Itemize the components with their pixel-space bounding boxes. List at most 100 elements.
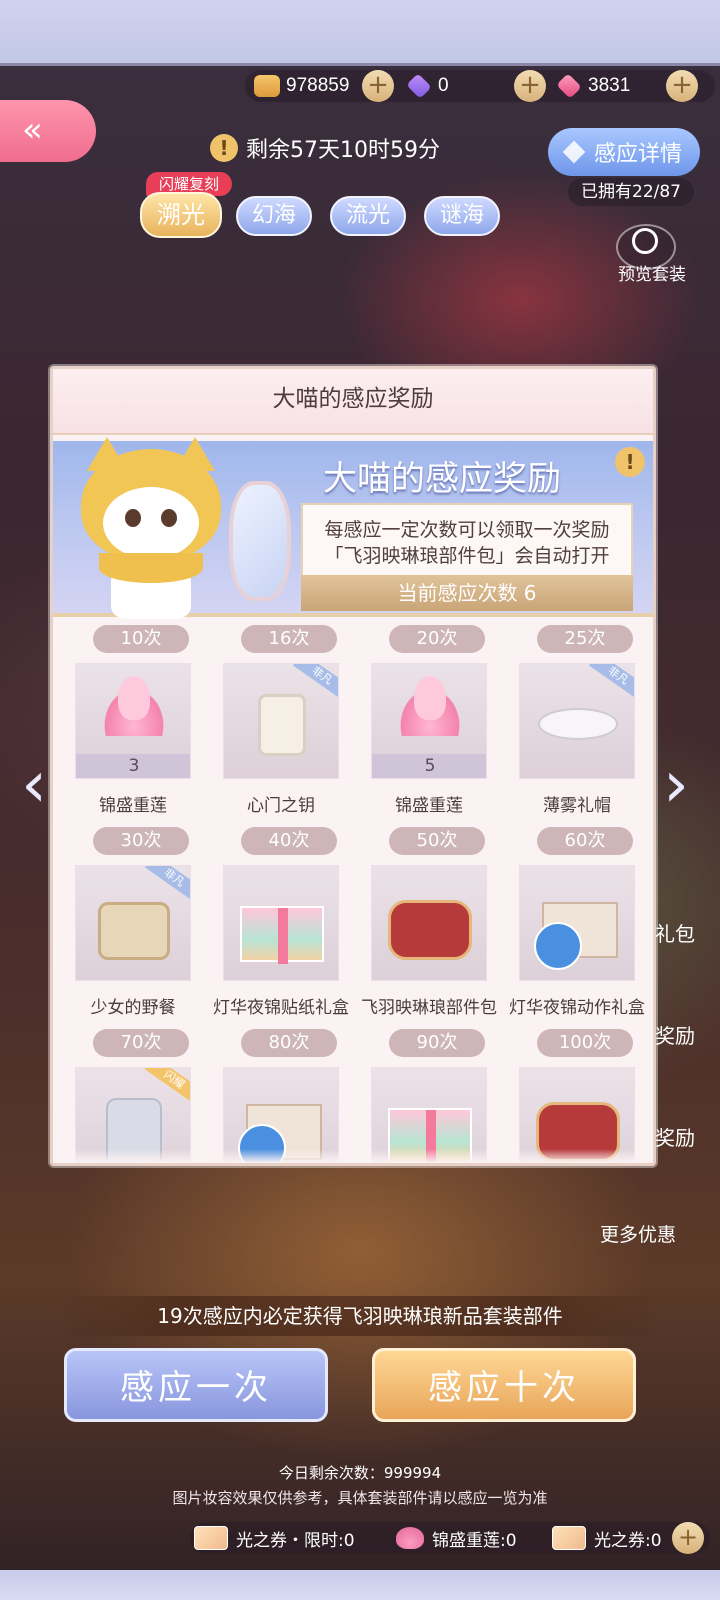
reward-item-tile[interactable]: 5 (371, 663, 487, 779)
reward-count-label: 50次 (389, 827, 485, 855)
side-gift-pack-label[interactable]: 礼包 (655, 918, 695, 947)
limited-ticket: 光之券・限时:0 (194, 1522, 355, 1554)
bag-icon (258, 694, 306, 756)
purse-icon (98, 902, 170, 960)
ticket-icon (552, 1526, 586, 1550)
gold-amount: 978859 (286, 75, 350, 96)
reward-item-tile[interactable]: 非凡 (75, 865, 191, 981)
guarantee-text: 19次感应内必定获得飞羽映琳琅新品套装部件 (60, 1296, 660, 1336)
light-ticket-count: 光之券:0 (594, 1530, 662, 1551)
prev-arrow-icon[interactable]: ‹ (14, 740, 54, 830)
draw-once-button[interactable]: 感应一次 (64, 1348, 328, 1422)
pink-diamond-currency: 3831 (556, 70, 630, 102)
reward-item-tile[interactable]: 非凡 (223, 663, 339, 779)
pink-diamond-amount: 3831 (588, 75, 631, 96)
ticket-icon (194, 1526, 228, 1550)
lotus-count: 锦盛重莲:0 (432, 1530, 517, 1551)
reward-count-label: 60次 (537, 827, 633, 855)
light-ticket: 光之券:0 (552, 1522, 662, 1554)
reward-quantity: 3 (76, 754, 190, 778)
reward-item-tile[interactable] (371, 865, 487, 981)
side-reward-label-2[interactable]: 奖励 (655, 1122, 695, 1151)
description-line-1: 每感应一定次数可以领取一次奖励 (324, 519, 610, 541)
reward-item-tile[interactable]: 非凡 (519, 663, 635, 779)
back-button[interactable]: « (0, 100, 96, 162)
remaining-draws: 今日剩余次数：999994 (278, 1464, 442, 1482)
lotus-icon (100, 676, 168, 736)
reward-name: 飞羽映琳琅部件包 (361, 998, 497, 1018)
pink-diamond-icon (556, 73, 582, 99)
reward-name: 灯华夜锦动作礼盒 (509, 998, 645, 1018)
reward-count-label: 40次 (241, 827, 337, 855)
reward-count-label: 20次 (389, 625, 485, 653)
reward-description: 每感应一定次数可以领取一次奖励 「飞羽映琳琅部件包」会自动打开 (301, 503, 633, 583)
lotus-icon (396, 676, 464, 736)
preview-outfit-label: 预览套装 (618, 265, 686, 285)
reward-count-label: 10次 (93, 625, 189, 653)
pool-tab-huanhai[interactable]: 幻海 (236, 196, 312, 236)
hat-icon (538, 708, 618, 740)
pool-tab-liuguang[interactable]: 流光 (330, 196, 406, 236)
draw-ten-button[interactable]: 感应十次 (372, 1348, 636, 1422)
gift-box-icon (240, 906, 324, 964)
reward-item-tile[interactable]: 3 (75, 663, 191, 779)
add-gold-button[interactable]: + (362, 70, 394, 102)
limited-ticket-count: 光之券・限时:0 (236, 1530, 355, 1551)
gold-currency: 978859 (254, 70, 349, 102)
pool-tab-mihai[interactable]: 谜海 (424, 196, 500, 236)
top-status-band (0, 0, 720, 66)
reward-item-tile[interactable] (519, 865, 635, 981)
detail-button-label: 感应详情 (593, 142, 682, 167)
action-box-icon (534, 902, 618, 970)
purple-diamond-icon (406, 73, 432, 99)
cat-coin-icon (254, 75, 280, 97)
disclaimer-text: 图片妆容效果仅供参考，具体套装部件请以感应一览为准 (172, 1489, 548, 1507)
more-deals-label[interactable]: 更多优惠 (600, 1220, 676, 1247)
info-icon[interactable]: ! (615, 447, 645, 477)
reward-name: 锦盛重莲 (99, 796, 167, 816)
reward-count-label: 16次 (241, 625, 337, 653)
pool-tab-suguang[interactable]: 溯光 (140, 192, 222, 238)
parts-box-icon (388, 900, 472, 960)
modal-title: 大喵的感应奖励 (53, 369, 653, 435)
purple-diamond-currency: 0 (406, 70, 449, 102)
detail-button[interactable]: 感应详情 (548, 128, 700, 176)
reward-count-label: 100次 (537, 1029, 633, 1057)
reward-count-label: 25次 (537, 625, 633, 653)
purple-diamond-amount: 0 (438, 75, 449, 96)
timer-text: 剩余57天10时59分 (246, 138, 440, 163)
banner-title: 大喵的感应奖励 (323, 459, 561, 499)
search-icon (632, 228, 658, 254)
reward-quantity: 5 (372, 754, 486, 778)
current-count: 当前感应次数 6 (301, 575, 633, 611)
reward-grid: 10次 3 锦盛重莲 16次 非凡 心门之钥 20次 5 锦盛重莲 25次 非凡… (53, 625, 653, 1163)
reward-modal: 大喵的感应奖励 大喵的感应奖励 ! 每感应一定次数可以领取一次奖励 「飞羽映琳琅… (50, 366, 656, 1166)
add-pink-diamond-button[interactable]: + (666, 70, 698, 102)
diamond-icon (562, 140, 586, 164)
reward-count-label: 90次 (389, 1029, 485, 1057)
reward-name: 灯华夜锦贴纸礼盒 (213, 998, 349, 1018)
description-line-2: 「飞羽映琳琅部件包」会自动打开 (324, 545, 610, 567)
reward-banner: 大喵的感应奖励 ! 每感应一定次数可以领取一次奖励 「飞羽映琳琅部件包」会自动打… (53, 437, 653, 619)
rarity-badge: 非凡 (588, 664, 634, 700)
add-purple-diamond-button[interactable]: + (514, 70, 546, 102)
reward-count-label: 80次 (241, 1029, 337, 1057)
owned-count: 已拥有22/87 (568, 178, 694, 206)
reward-count-label: 70次 (93, 1029, 189, 1057)
rarity-badge: 非凡 (144, 866, 190, 902)
reward-name: 心门之钥 (247, 796, 315, 816)
lotus-item: 锦盛重莲:0 (396, 1522, 517, 1554)
lotus-icon (396, 1527, 424, 1549)
reward-name: 锦盛重莲 (395, 796, 463, 816)
add-ticket-button[interactable]: + (672, 1522, 704, 1554)
reward-item-tile[interactable] (223, 865, 339, 981)
next-arrow-icon[interactable]: › (656, 740, 696, 830)
modal-scroll-fade (53, 1149, 653, 1163)
side-reward-label[interactable]: 奖励 (655, 1020, 695, 1049)
reward-count-label: 30次 (93, 827, 189, 855)
exclamation-icon: ! (210, 134, 238, 162)
event-timer: ! 剩余57天10时59分 (210, 130, 510, 166)
bottom-band (0, 1570, 720, 1600)
reward-name: 少女的野餐 (90, 998, 176, 1018)
mirror-illustration (229, 481, 291, 601)
